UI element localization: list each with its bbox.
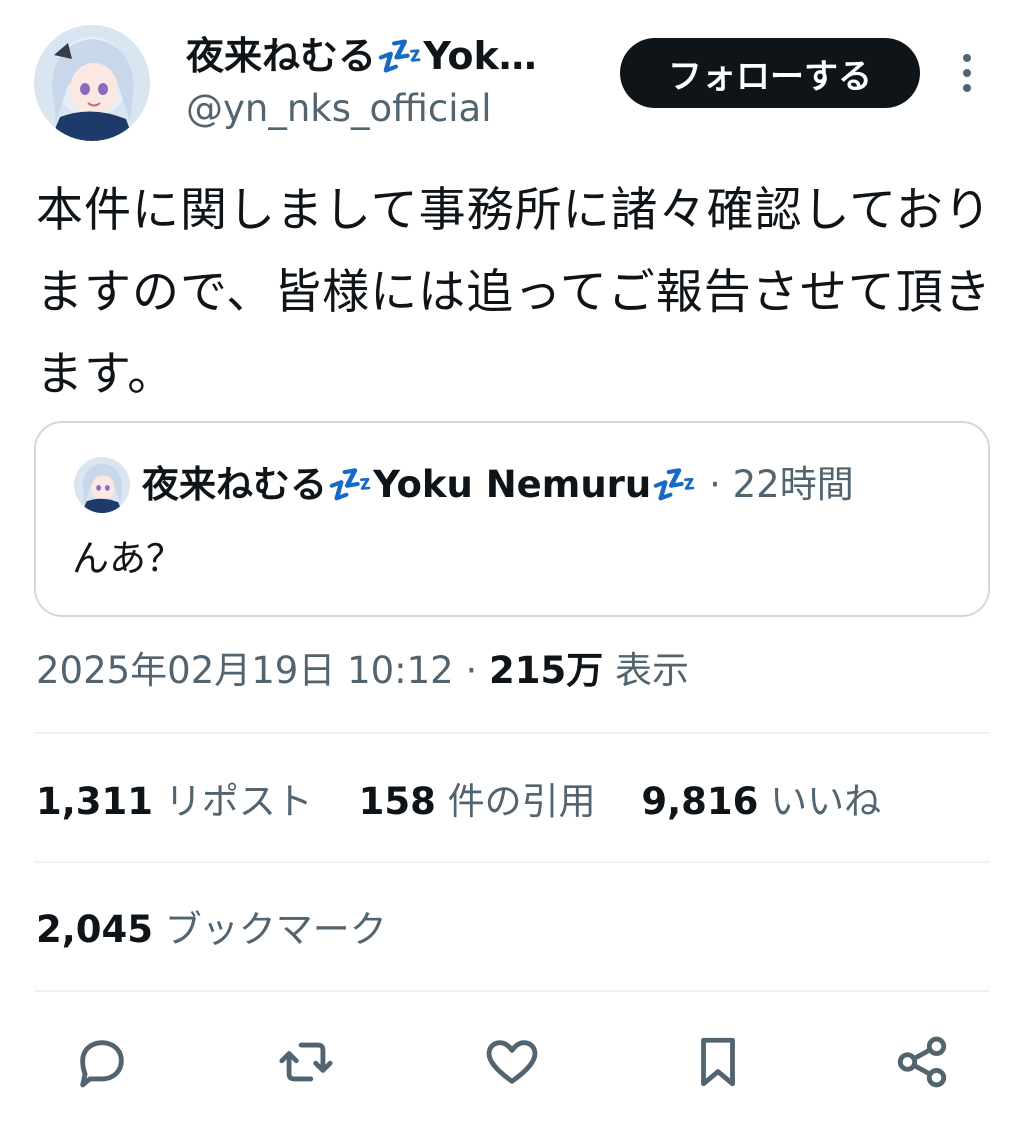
anime-character-avatar-icon bbox=[74, 457, 130, 513]
view-label: 表示 bbox=[603, 649, 690, 692]
tweet-meta: 2025年02月19日 10:12 · 215万 表示 bbox=[36, 645, 689, 697]
author-name[interactable]: 夜来ねむる💤Yok… bbox=[186, 30, 566, 82]
anime-character-avatar-icon bbox=[34, 25, 150, 141]
bookmark-icon[interactable] bbox=[686, 1030, 750, 1094]
quote-count: 158 bbox=[358, 780, 436, 823]
author-handle[interactable]: @yn_nks_official bbox=[186, 84, 492, 134]
like-label: いいね bbox=[758, 780, 882, 823]
divider bbox=[34, 861, 990, 863]
engagement-stats: 1,311 リポスト 158 件の引用 9,816 いいね bbox=[36, 776, 915, 828]
repost-icon[interactable] bbox=[274, 1030, 338, 1094]
like-stat[interactable]: 9,816 いいね bbox=[641, 776, 881, 828]
more-options-icon[interactable] bbox=[950, 50, 984, 96]
tweet-timestamp[interactable]: 2025年02月19日 10:12 bbox=[36, 649, 454, 692]
view-count: 215万 bbox=[489, 649, 604, 692]
like-icon[interactable] bbox=[480, 1030, 544, 1094]
bookmark-label: ブックマーク bbox=[153, 908, 387, 951]
reply-icon[interactable] bbox=[70, 1030, 134, 1094]
repost-stat[interactable]: 1,311 リポスト bbox=[36, 776, 313, 828]
follow-button[interactable]: フォローする bbox=[620, 38, 920, 108]
repost-label: リポスト bbox=[153, 780, 313, 823]
like-count: 9,816 bbox=[641, 780, 759, 823]
tweet-detail: 夜来ねむる💤Yok… @yn_nks_official フォローする 本件に関し… bbox=[0, 0, 1024, 1134]
share-icon[interactable] bbox=[890, 1030, 954, 1094]
quoted-author-avatar bbox=[74, 457, 130, 513]
quoted-timestamp: 22時間 bbox=[732, 463, 854, 506]
bookmark-stat[interactable]: 2,045 ブックマーク bbox=[36, 904, 387, 956]
divider bbox=[34, 732, 990, 734]
repost-count: 1,311 bbox=[36, 780, 154, 823]
quoted-text: んあ？ bbox=[72, 537, 183, 580]
quoted-author-name: 夜来ねむる💤Yoku Nemuru💤 bbox=[142, 463, 698, 506]
bookmark-count: 2,045 bbox=[36, 908, 154, 951]
tweet-text: 本件に関しまして事務所に諸々確認しておりますので、皆様には追ってご報告させて頂き… bbox=[36, 183, 992, 402]
quoted-tweet-card[interactable]: 夜来ねむる💤Yoku Nemuru💤 · 22時間 んあ？ bbox=[34, 421, 990, 617]
quoted-separator: · bbox=[697, 463, 733, 506]
quoted-header: 夜来ねむる💤Yoku Nemuru💤 · 22時間 bbox=[142, 459, 968, 511]
meta-separator: · bbox=[453, 649, 490, 692]
author-avatar[interactable] bbox=[34, 25, 150, 141]
quote-stat[interactable]: 158 件の引用 bbox=[359, 776, 596, 828]
quote-label: 件の引用 bbox=[435, 780, 596, 823]
divider bbox=[34, 990, 990, 992]
